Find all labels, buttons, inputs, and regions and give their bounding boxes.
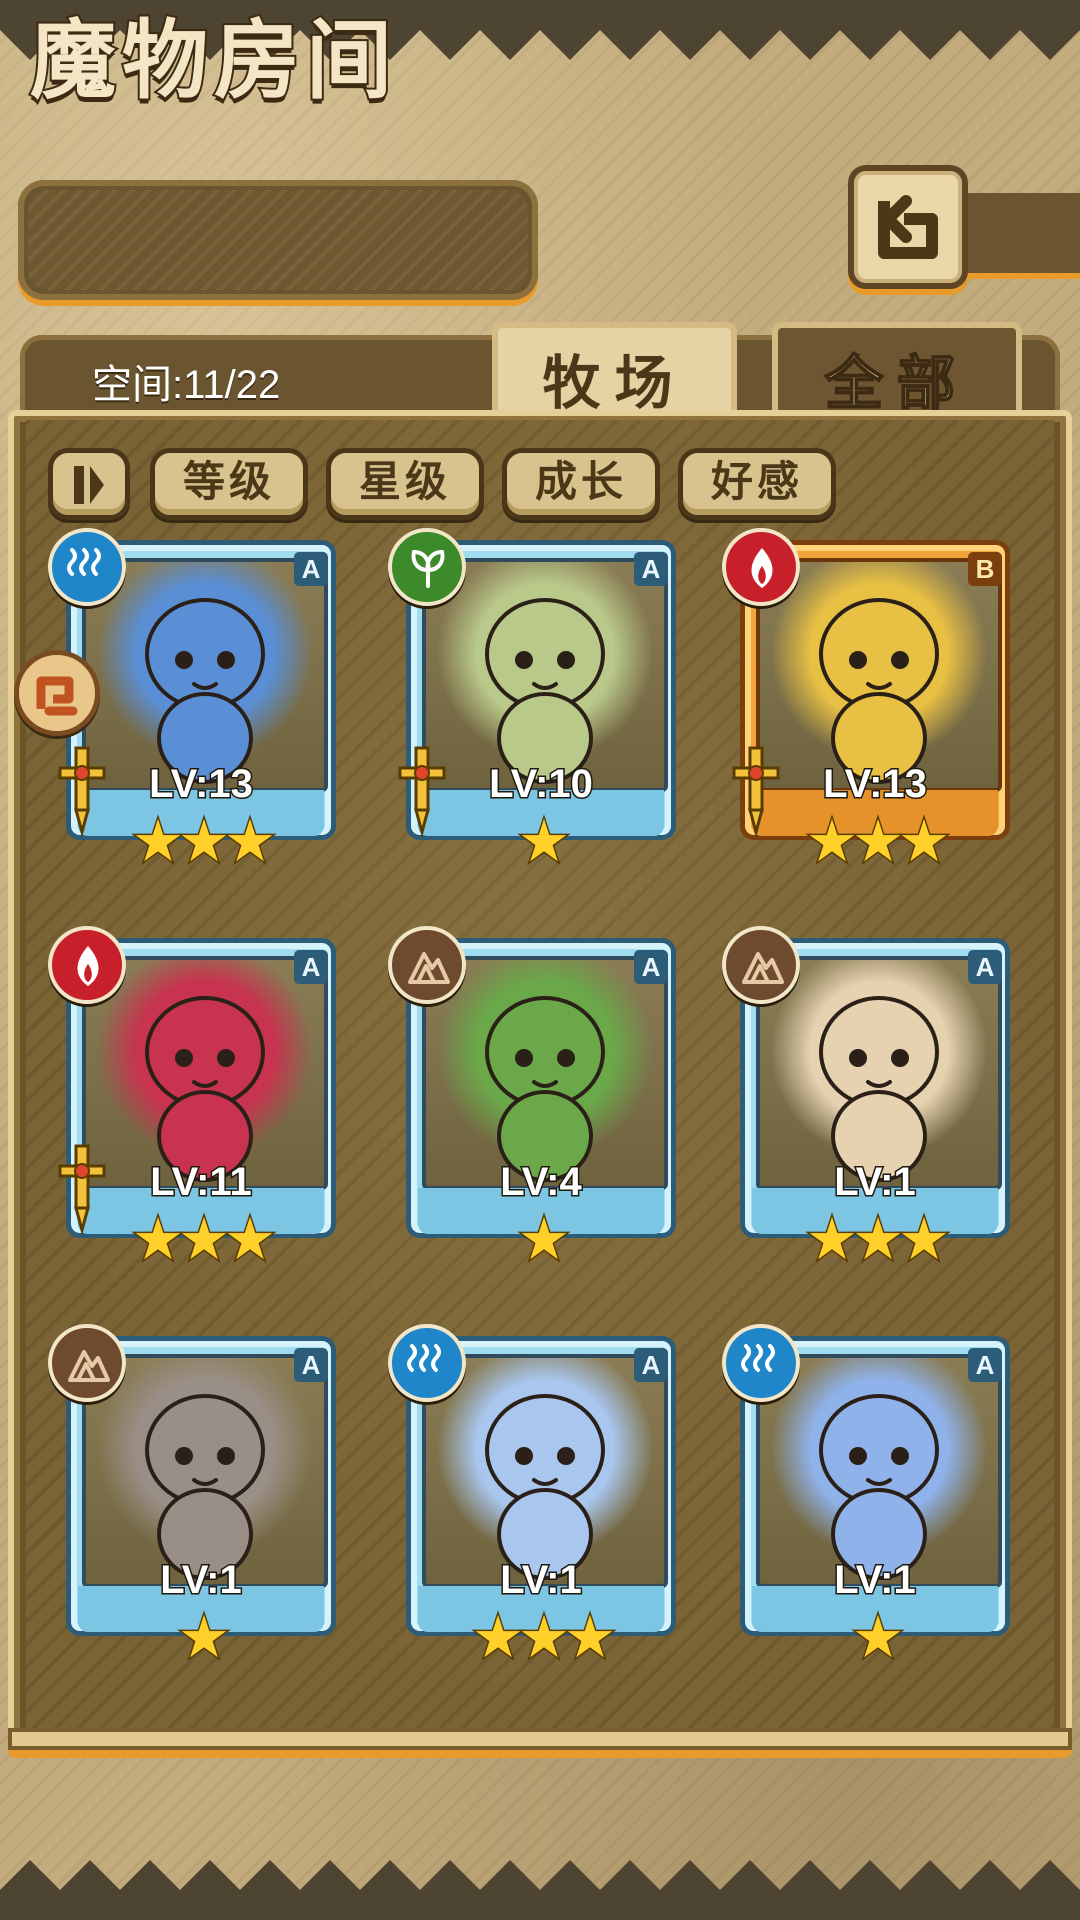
monster-level: LV:10	[488, 761, 595, 808]
monster-card[interactable]: A LV:1 ★	[48, 1324, 346, 1676]
sort-order-toggle[interactable]	[48, 448, 130, 520]
rank-badge: A	[968, 950, 1002, 984]
monster-card[interactable]: A LV:11 ★★★	[48, 926, 346, 1278]
star-rating: ★	[517, 1205, 572, 1273]
monster-level: LV:1	[499, 1557, 584, 1604]
monster-level: LV:1	[833, 1159, 918, 1206]
water-element-icon	[722, 1324, 800, 1402]
monster-silhouette	[485, 1394, 605, 1580]
leader-badge[interactable]	[14, 650, 100, 736]
monster-portrait	[82, 956, 328, 1190]
sort-growth-button[interactable]: 成长	[502, 448, 660, 520]
monster-silhouette	[819, 996, 939, 1182]
water-element-icon	[388, 1324, 466, 1402]
panel-bottom-rail	[8, 1728, 1072, 1750]
star-rating: ★★★	[471, 1603, 618, 1671]
page-title: 魔物房间	[28, 8, 398, 113]
monster-card[interactable]: A LV:1 ★★★	[388, 1324, 686, 1676]
monster-portrait	[756, 956, 1002, 1190]
fire-element-icon	[722, 528, 800, 606]
star-rating: ★	[517, 807, 572, 875]
monster-card[interactable]: B LV:13 ★★★	[722, 528, 1020, 880]
monster-silhouette	[145, 996, 265, 1182]
star-rating: ★	[177, 1603, 232, 1671]
back-arrow-icon	[878, 195, 938, 259]
monster-card[interactable]: A LV:4 ★	[388, 926, 686, 1278]
storage-space-label: 空间:11/22	[92, 363, 281, 407]
rank-badge: B	[968, 552, 1002, 586]
rank-badge: A	[634, 552, 668, 586]
rank-badge: A	[294, 1348, 328, 1382]
zigzag-border-bottom	[0, 1860, 1080, 1920]
monster-level: LV:1	[833, 1557, 918, 1604]
sort-stars-button[interactable]: 星级	[326, 448, 484, 520]
rank-badge: A	[634, 950, 668, 984]
pause-sort-icon	[74, 466, 104, 504]
fire-element-icon	[48, 926, 126, 1004]
monster-portrait	[82, 558, 328, 792]
rank-badge: A	[634, 1348, 668, 1382]
back-button[interactable]	[848, 165, 968, 289]
earth-element-icon	[388, 926, 466, 1004]
monster-level: LV:13	[148, 761, 255, 808]
tab-ranch-label: 牧场	[542, 349, 687, 417]
monster-card[interactable]: A LV:1 ★	[722, 1324, 1020, 1676]
monster-silhouette	[145, 598, 265, 784]
monster-silhouette	[819, 1394, 939, 1580]
back-button-area	[840, 165, 1080, 295]
monster-level: LV:11	[149, 1159, 254, 1206]
rank-badge: A	[968, 1348, 1002, 1382]
monster-level: LV:4	[499, 1159, 584, 1206]
monster-silhouette	[145, 1394, 265, 1580]
monster-card[interactable]: A LV:13 ★★★	[48, 528, 346, 880]
sort-level-button[interactable]: 等级	[150, 448, 308, 520]
plant-element-icon	[388, 528, 466, 606]
sort-affection-button[interactable]: 好感	[678, 448, 836, 520]
monster-silhouette	[485, 996, 605, 1182]
earth-element-icon	[722, 926, 800, 1004]
monster-card[interactable]: A LV:10 ★	[388, 528, 686, 880]
star-rating: ★★★	[131, 807, 278, 875]
monster-portrait	[756, 1354, 1002, 1588]
earth-element-icon	[48, 1324, 126, 1402]
rank-badge: A	[294, 950, 328, 984]
rank-badge: A	[294, 552, 328, 586]
star-rating: ★	[851, 1603, 906, 1671]
leader-arrow-icon	[36, 676, 78, 716]
monster-portrait	[82, 1354, 328, 1588]
monster-portrait	[422, 558, 668, 792]
monster-portrait	[422, 956, 668, 1190]
tab-all-label: 全部	[824, 348, 969, 418]
monster-level: LV:13	[822, 761, 929, 808]
water-element-icon	[48, 528, 126, 606]
star-rating: ★★★	[805, 1205, 952, 1273]
monster-card[interactable]: A LV:1 ★★★	[722, 926, 1020, 1278]
tab-all[interactable]: 全部	[772, 322, 1022, 422]
monster-silhouette	[819, 598, 939, 784]
title-plate	[18, 180, 538, 300]
tab-ranch[interactable]: 牧场	[492, 322, 737, 422]
monster-level: LV:1	[159, 1557, 244, 1604]
monster-portrait	[756, 558, 1002, 792]
star-rating: ★★★	[131, 1205, 278, 1273]
monster-portrait	[422, 1354, 668, 1588]
monster-silhouette	[485, 598, 605, 784]
star-rating: ★★★	[805, 807, 952, 875]
